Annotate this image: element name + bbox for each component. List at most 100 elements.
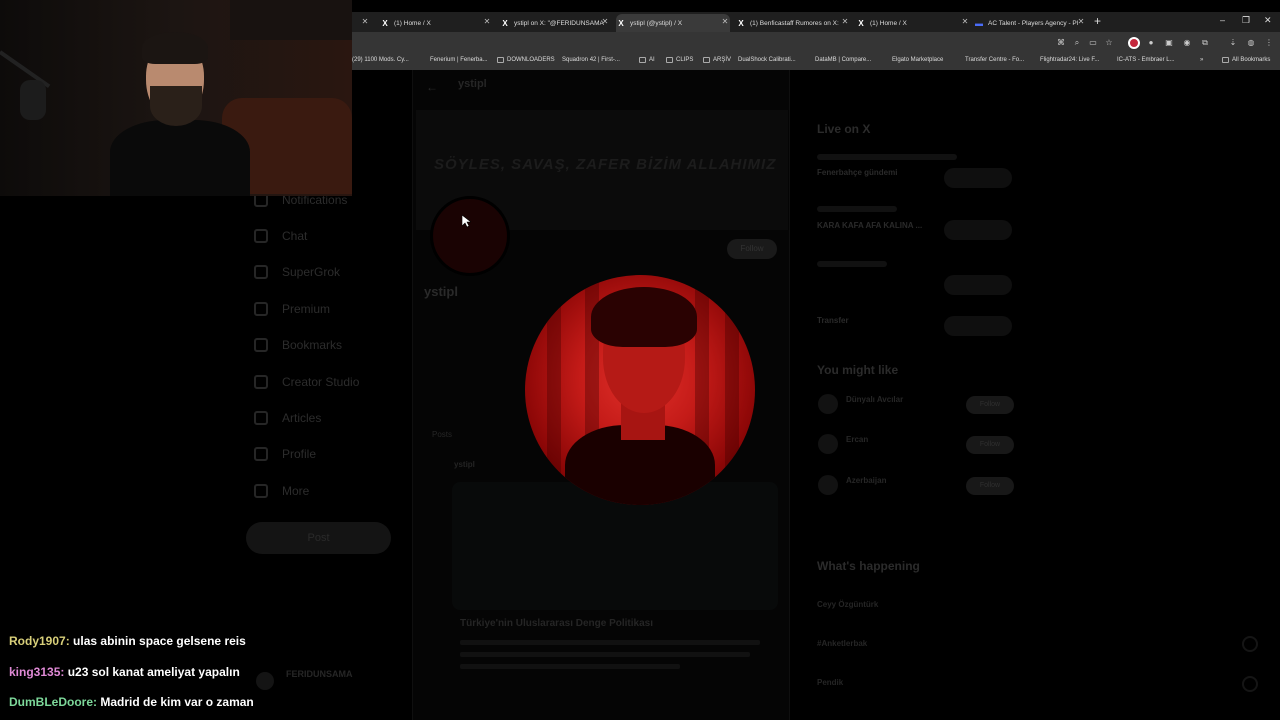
nav-premium[interactable]: Premium	[254, 302, 330, 316]
close-icon[interactable]: ✕	[840, 17, 850, 26]
chat-username: DumBLeDoore:	[9, 695, 98, 709]
follow-suggestion-button[interactable]: Follow	[966, 436, 1014, 454]
nav-supergrok[interactable]: SuperGrok	[254, 265, 340, 279]
bookmark-item[interactable]: Flightradar24: Live F...	[1040, 57, 1099, 63]
nav-articles[interactable]: Articles	[254, 411, 321, 425]
close-icon[interactable]: ✕	[720, 17, 730, 26]
minimize-icon[interactable]: –	[1220, 15, 1225, 25]
tab-strip: ✕ X (1) Home / X ✕ Xystipl on X: "@FERIDUN…	[352, 12, 1280, 32]
tab-posts[interactable]: Posts	[432, 430, 452, 439]
webcam-beard	[150, 86, 202, 126]
new-tab-icon[interactable]: +	[1094, 14, 1101, 28]
follow-button[interactable]: Follow	[727, 239, 777, 259]
article-icon	[254, 411, 268, 425]
bookmark-item[interactable]: Fenerium | Fenerba...	[430, 57, 488, 63]
tab-title: AC Talent - Players Agency - Pl	[988, 19, 1079, 27]
close-icon[interactable]: ✕	[482, 17, 492, 26]
bookmark-item[interactable]: DataMB | Compare...	[815, 57, 871, 63]
post-text-line	[460, 640, 760, 645]
browser-tab[interactable]: X (1) Benficastaff Rumores on X: ✕	[736, 14, 850, 32]
extension-icon[interactable]: ▣	[1164, 38, 1174, 48]
browser-tab-active[interactable]: Xystipl (@ystipl) / X ✕	[616, 14, 730, 32]
account-avatar[interactable]	[256, 672, 274, 690]
cast-icon[interactable]: ▭	[1088, 38, 1098, 48]
browser-tab[interactable]: Xystipl on X: "@FERIDUNSAMA ✕	[500, 14, 610, 32]
live-listeners[interactable]	[944, 220, 1012, 240]
follow-suggestion-button[interactable]: Follow	[966, 396, 1014, 414]
bookmark-folder[interactable]: DOWNLOADERS	[497, 57, 555, 63]
close-icon[interactable]: ✕	[1076, 17, 1086, 26]
bookmark-label: AI	[649, 57, 655, 63]
x-logo-icon: X	[858, 18, 864, 28]
extension-icon[interactable]	[1128, 37, 1140, 49]
live-item[interactable]: Transfer	[817, 316, 849, 325]
live-listeners[interactable]	[944, 275, 1012, 295]
lightning-icon	[254, 375, 268, 389]
nav-more[interactable]: More	[254, 484, 309, 498]
browser-tab[interactable]: X (1) Home / X ✕	[380, 14, 492, 32]
trend-item[interactable]: #Anketlerbak	[817, 639, 867, 648]
post-title[interactable]: Türkiye'nin Uluslararası Denge Politikas…	[460, 618, 653, 629]
nav-creator-studio[interactable]: Creator Studio	[254, 375, 359, 389]
window-close-icon[interactable]: ✕	[1264, 15, 1272, 26]
nav-label: Bookmarks	[282, 338, 343, 352]
suggestion-avatar[interactable]	[818, 475, 838, 495]
close-icon[interactable]: ✕	[960, 17, 970, 26]
nav-chat[interactable]: Chat	[254, 229, 307, 243]
suggestion-name[interactable]: Ercan	[846, 435, 868, 444]
zoom-icon[interactable]: ⌕	[1072, 38, 1082, 48]
bookmark-item[interactable]: Transfer Centre - Fo...	[965, 57, 1024, 63]
bookmark-item[interactable]: Elgato Marketplace	[892, 57, 943, 63]
bookmark-folder[interactable]: CLIPS	[666, 57, 693, 63]
bookmark-item[interactable]: Squadron 42 | First-...	[562, 57, 620, 63]
bookmark-item[interactable]: DualShock Calibrati...	[738, 57, 796, 63]
follow-suggestion-button[interactable]: Follow	[966, 477, 1014, 495]
browser-tab[interactable]: ▬ AC Talent - Players Agency - Pl ✕	[974, 14, 1086, 32]
trend-item[interactable]: Pendik	[817, 678, 843, 687]
grok-float-icon[interactable]	[1242, 636, 1258, 652]
back-arrow-icon[interactable]: ←	[426, 80, 438, 94]
puzzle-icon[interactable]: ⧉	[1200, 38, 1210, 48]
bookmark-folder[interactable]: AI	[639, 57, 655, 63]
messages-float-icon[interactable]	[1242, 676, 1258, 692]
profile-icon[interactable]: ◍	[1246, 38, 1256, 48]
profile-avatar[interactable]	[430, 196, 510, 276]
menu-kebab-icon[interactable]: ⋮	[1264, 38, 1274, 48]
bookmarks-overflow-icon[interactable]: »	[1200, 57, 1203, 63]
bookmark-item[interactable]: IC-ATS - Embraer L...	[1117, 57, 1175, 63]
star-icon[interactable]: ☆	[1104, 38, 1114, 48]
tab-partial[interactable]: ✕	[352, 14, 370, 32]
downloads-icon[interactable]: ⇣	[1228, 38, 1238, 48]
restore-icon[interactable]: ❐	[1242, 15, 1250, 26]
x-logo-icon: X	[502, 18, 508, 28]
extension-icon[interactable]: ●	[1146, 38, 1156, 48]
suggestion-name[interactable]: Dünyalı Avcılar	[846, 395, 903, 404]
browser-tab[interactable]: X (1) Home / X ✕	[856, 14, 970, 32]
suggestion-avatar[interactable]	[818, 394, 838, 414]
post-text-line	[460, 652, 750, 657]
extension-icon[interactable]: ◉	[1182, 38, 1192, 48]
bookmark-label: Transfer Centre - Fo...	[965, 57, 1025, 63]
live-item[interactable]: Fenerbahçe gündemi	[817, 168, 897, 177]
chat-icon	[254, 229, 268, 243]
post-button[interactable]: Post	[246, 522, 391, 554]
translate-icon[interactable]: ⌘	[1056, 38, 1066, 48]
webcam-overlay	[0, 0, 352, 196]
chat-message: DumBLeDoore: Madrid de kim var o zaman	[9, 695, 254, 709]
close-icon[interactable]: ✕	[600, 17, 610, 26]
bookmark-label: (29) 1100 Mods. Cy...	[352, 57, 409, 63]
bookmark-item[interactable]: (29) 1100 Mods. Cy...	[352, 57, 409, 63]
profile-photo-enlarged[interactable]	[525, 275, 755, 505]
live-listeners[interactable]	[944, 168, 1012, 188]
live-item[interactable]: KARA KAFA AFA KALINA ...	[817, 221, 922, 230]
bookmark-folder[interactable]: ARŞİV	[703, 57, 731, 63]
nav-profile[interactable]: Profile	[254, 447, 316, 461]
nav-bookmarks[interactable]: Bookmarks	[254, 338, 342, 352]
suggestion-name[interactable]: Azerbaijan	[846, 476, 886, 485]
post-text-line	[460, 664, 680, 669]
suggestion-avatar[interactable]	[818, 434, 838, 454]
trend-item[interactable]: Ceyy Özgüntürk	[817, 600, 878, 609]
all-bookmarks[interactable]: All Bookmarks	[1222, 57, 1270, 63]
live-listeners[interactable]	[944, 316, 1012, 336]
close-icon[interactable]: ✕	[360, 17, 370, 26]
